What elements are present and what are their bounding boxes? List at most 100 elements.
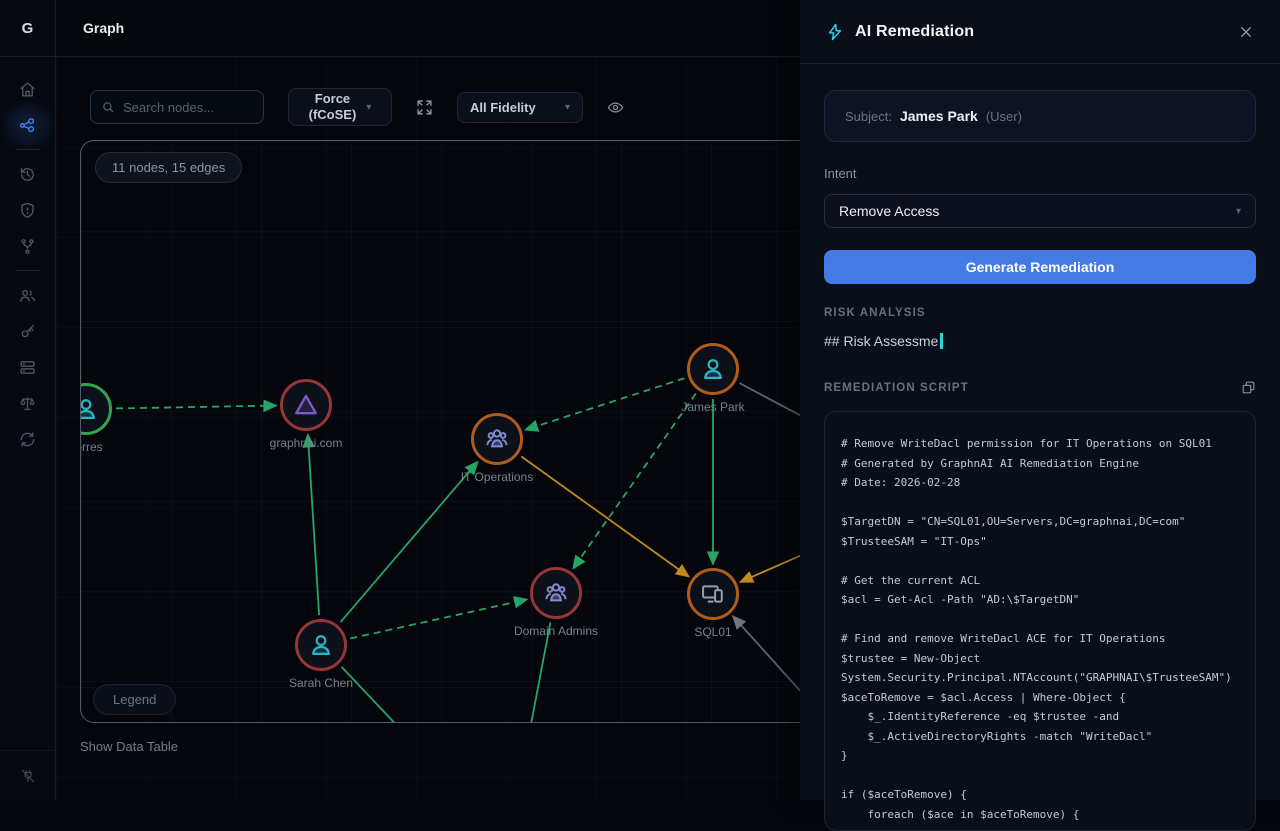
sidebar-item-attack-paths[interactable] <box>8 228 48 264</box>
graph-node-domadmins[interactable] <box>530 567 582 619</box>
refresh-icon <box>18 430 37 449</box>
history-icon <box>18 165 37 184</box>
sidebar-item-graph-view[interactable] <box>8 107 48 143</box>
intent-select[interactable]: Remove Access ▾ <box>824 194 1256 228</box>
sidebar-item-home[interactable] <box>8 71 48 107</box>
code-line: if ($aceToRemove) { <box>841 785 1239 805</box>
group-icon <box>542 579 570 607</box>
app-logo: G <box>0 0 55 57</box>
code-line: $aceToRemove = $acl.Access | Where-Objec… <box>841 688 1239 708</box>
ai-remediation-panel: AI Remediation Subject: James Park (User… <box>800 0 1280 800</box>
risk-analysis-text: ## Risk Assessme <box>824 333 1256 349</box>
node-label-itops: IT Operations <box>422 470 572 484</box>
user-icon <box>699 355 727 383</box>
triangle-icon <box>292 391 320 419</box>
sidebar-item-credentials[interactable] <box>8 313 48 349</box>
panel-header: AI Remediation <box>800 0 1280 64</box>
scales-icon <box>18 394 37 413</box>
branch-icon <box>18 237 37 256</box>
code-line: # Find and remove WriteDacl ACE for IT O… <box>841 629 1239 649</box>
sidebar-divider <box>16 149 40 150</box>
code-line: $_.IdentityReference -eq $trustee -and <box>841 707 1239 727</box>
layout-select[interactable]: Force(fCoSE) ▾ <box>288 88 392 126</box>
graph-toolbar: Force(fCoSE) ▾ All Fidelity ▾ <box>90 88 624 126</box>
risk-analysis-heading: RISK ANALYSIS <box>824 307 926 319</box>
generate-remediation-button[interactable]: Generate Remediation <box>824 250 1256 284</box>
graph-icon <box>18 116 37 135</box>
code-line: $acl = Get-Acl -Path "AD:\$TargetDN" <box>841 590 1239 610</box>
code-line: # Date: 2026-02-28 <box>841 473 1239 493</box>
shield-alert-icon <box>18 201 37 220</box>
lightning-bolt-icon <box>826 23 844 41</box>
node-label-graphnai: graphnai.com <box>231 436 381 450</box>
sidebar: G <box>0 0 56 800</box>
group-icon <box>483 425 511 453</box>
chevron-down-icon: ▾ <box>366 102 371 113</box>
graph-node-james[interactable] <box>687 343 739 395</box>
node-label-torres: Torres <box>80 440 161 454</box>
graph-node-sarah[interactable] <box>295 619 347 671</box>
code-line: } <box>841 746 1239 766</box>
panel-title: AI Remediation <box>855 23 1238 41</box>
code-line <box>841 493 1239 513</box>
chevron-down-icon: ▾ <box>1236 206 1241 217</box>
disconnect-icon[interactable] <box>0 750 55 800</box>
server-icon <box>18 358 37 377</box>
code-line: # Generated by GraphnAI AI Remediation E… <box>841 454 1239 474</box>
code-line: foreach ($ace in $aceToRemove) { <box>841 805 1239 825</box>
code-line <box>841 610 1239 630</box>
intent-label: Intent <box>824 166 1256 181</box>
user-icon <box>307 631 335 659</box>
graph-edge-sarah-itops <box>340 462 477 622</box>
chevron-down-icon: ▾ <box>565 102 570 113</box>
close-icon[interactable] <box>1238 24 1254 40</box>
sidebar-item-servers[interactable] <box>8 349 48 385</box>
sidebar-item-security-alerts[interactable] <box>8 192 48 228</box>
code-line: $TrusteeSAM = "IT-Ops" <box>841 532 1239 552</box>
graph-node-itops[interactable] <box>471 413 523 465</box>
devices-icon <box>699 580 727 608</box>
code-line: System.Security.Principal.NTAccount("GRA… <box>841 668 1239 688</box>
code-line: $_.ActiveDirectoryRights -match "WriteDa… <box>841 727 1239 747</box>
subject-type: (User) <box>986 109 1022 124</box>
sidebar-item-compliance[interactable] <box>8 385 48 421</box>
fit-view-icon[interactable] <box>416 99 433 116</box>
remediation-script-code[interactable]: # Remove WriteDacl permission for IT Ope… <box>824 411 1256 831</box>
graph-edge-james-domadmins <box>573 394 696 569</box>
code-line <box>841 551 1239 571</box>
sidebar-item-users[interactable] <box>8 277 48 313</box>
home-icon <box>18 80 37 99</box>
legend-button[interactable]: Legend <box>93 684 176 715</box>
graph-node-graphnai[interactable] <box>280 379 332 431</box>
search-input[interactable] <box>90 90 264 124</box>
users-icon <box>18 286 37 305</box>
node-label-sql01: SQL01 <box>638 625 788 639</box>
search-icon <box>101 100 115 114</box>
node-label-domadmins: Domain Admins <box>481 624 631 638</box>
subject-card: Subject: James Park (User) <box>824 90 1256 142</box>
page-title: Graph <box>83 20 124 36</box>
code-line: $trustee = New-Object <box>841 649 1239 669</box>
code-line <box>841 766 1239 786</box>
copy-icon[interactable] <box>1241 380 1256 395</box>
typing-caret <box>940 333 943 349</box>
visibility-eye-icon[interactable] <box>607 99 624 116</box>
key-icon <box>18 322 37 341</box>
subject-name: James Park <box>900 108 978 124</box>
sidebar-item-history[interactable] <box>8 156 48 192</box>
code-line: # Remove WriteDacl permission for IT Ope… <box>841 434 1239 454</box>
sidebar-item-sync[interactable] <box>8 421 48 457</box>
subject-label: Subject: <box>845 109 892 124</box>
graph-node-sql01[interactable] <box>687 568 739 620</box>
code-line: $TargetDN = "CN=SQL01,OU=Servers,DC=grap… <box>841 512 1239 532</box>
sidebar-divider <box>16 270 40 271</box>
node-label-james: James Park <box>638 400 788 414</box>
user-icon <box>80 395 100 423</box>
graph-edge-torres-graphnai <box>116 406 276 409</box>
code-line: # Get the current ACL <box>841 571 1239 591</box>
graph-edge-sarah-graphnai <box>308 435 319 615</box>
node-label-sarah: Sarah Chen <box>246 676 396 690</box>
fidelity-select[interactable]: All Fidelity ▾ <box>457 92 583 123</box>
graph-node-torres[interactable] <box>80 383 112 435</box>
show-data-table-link[interactable]: Show Data Table <box>80 739 178 754</box>
